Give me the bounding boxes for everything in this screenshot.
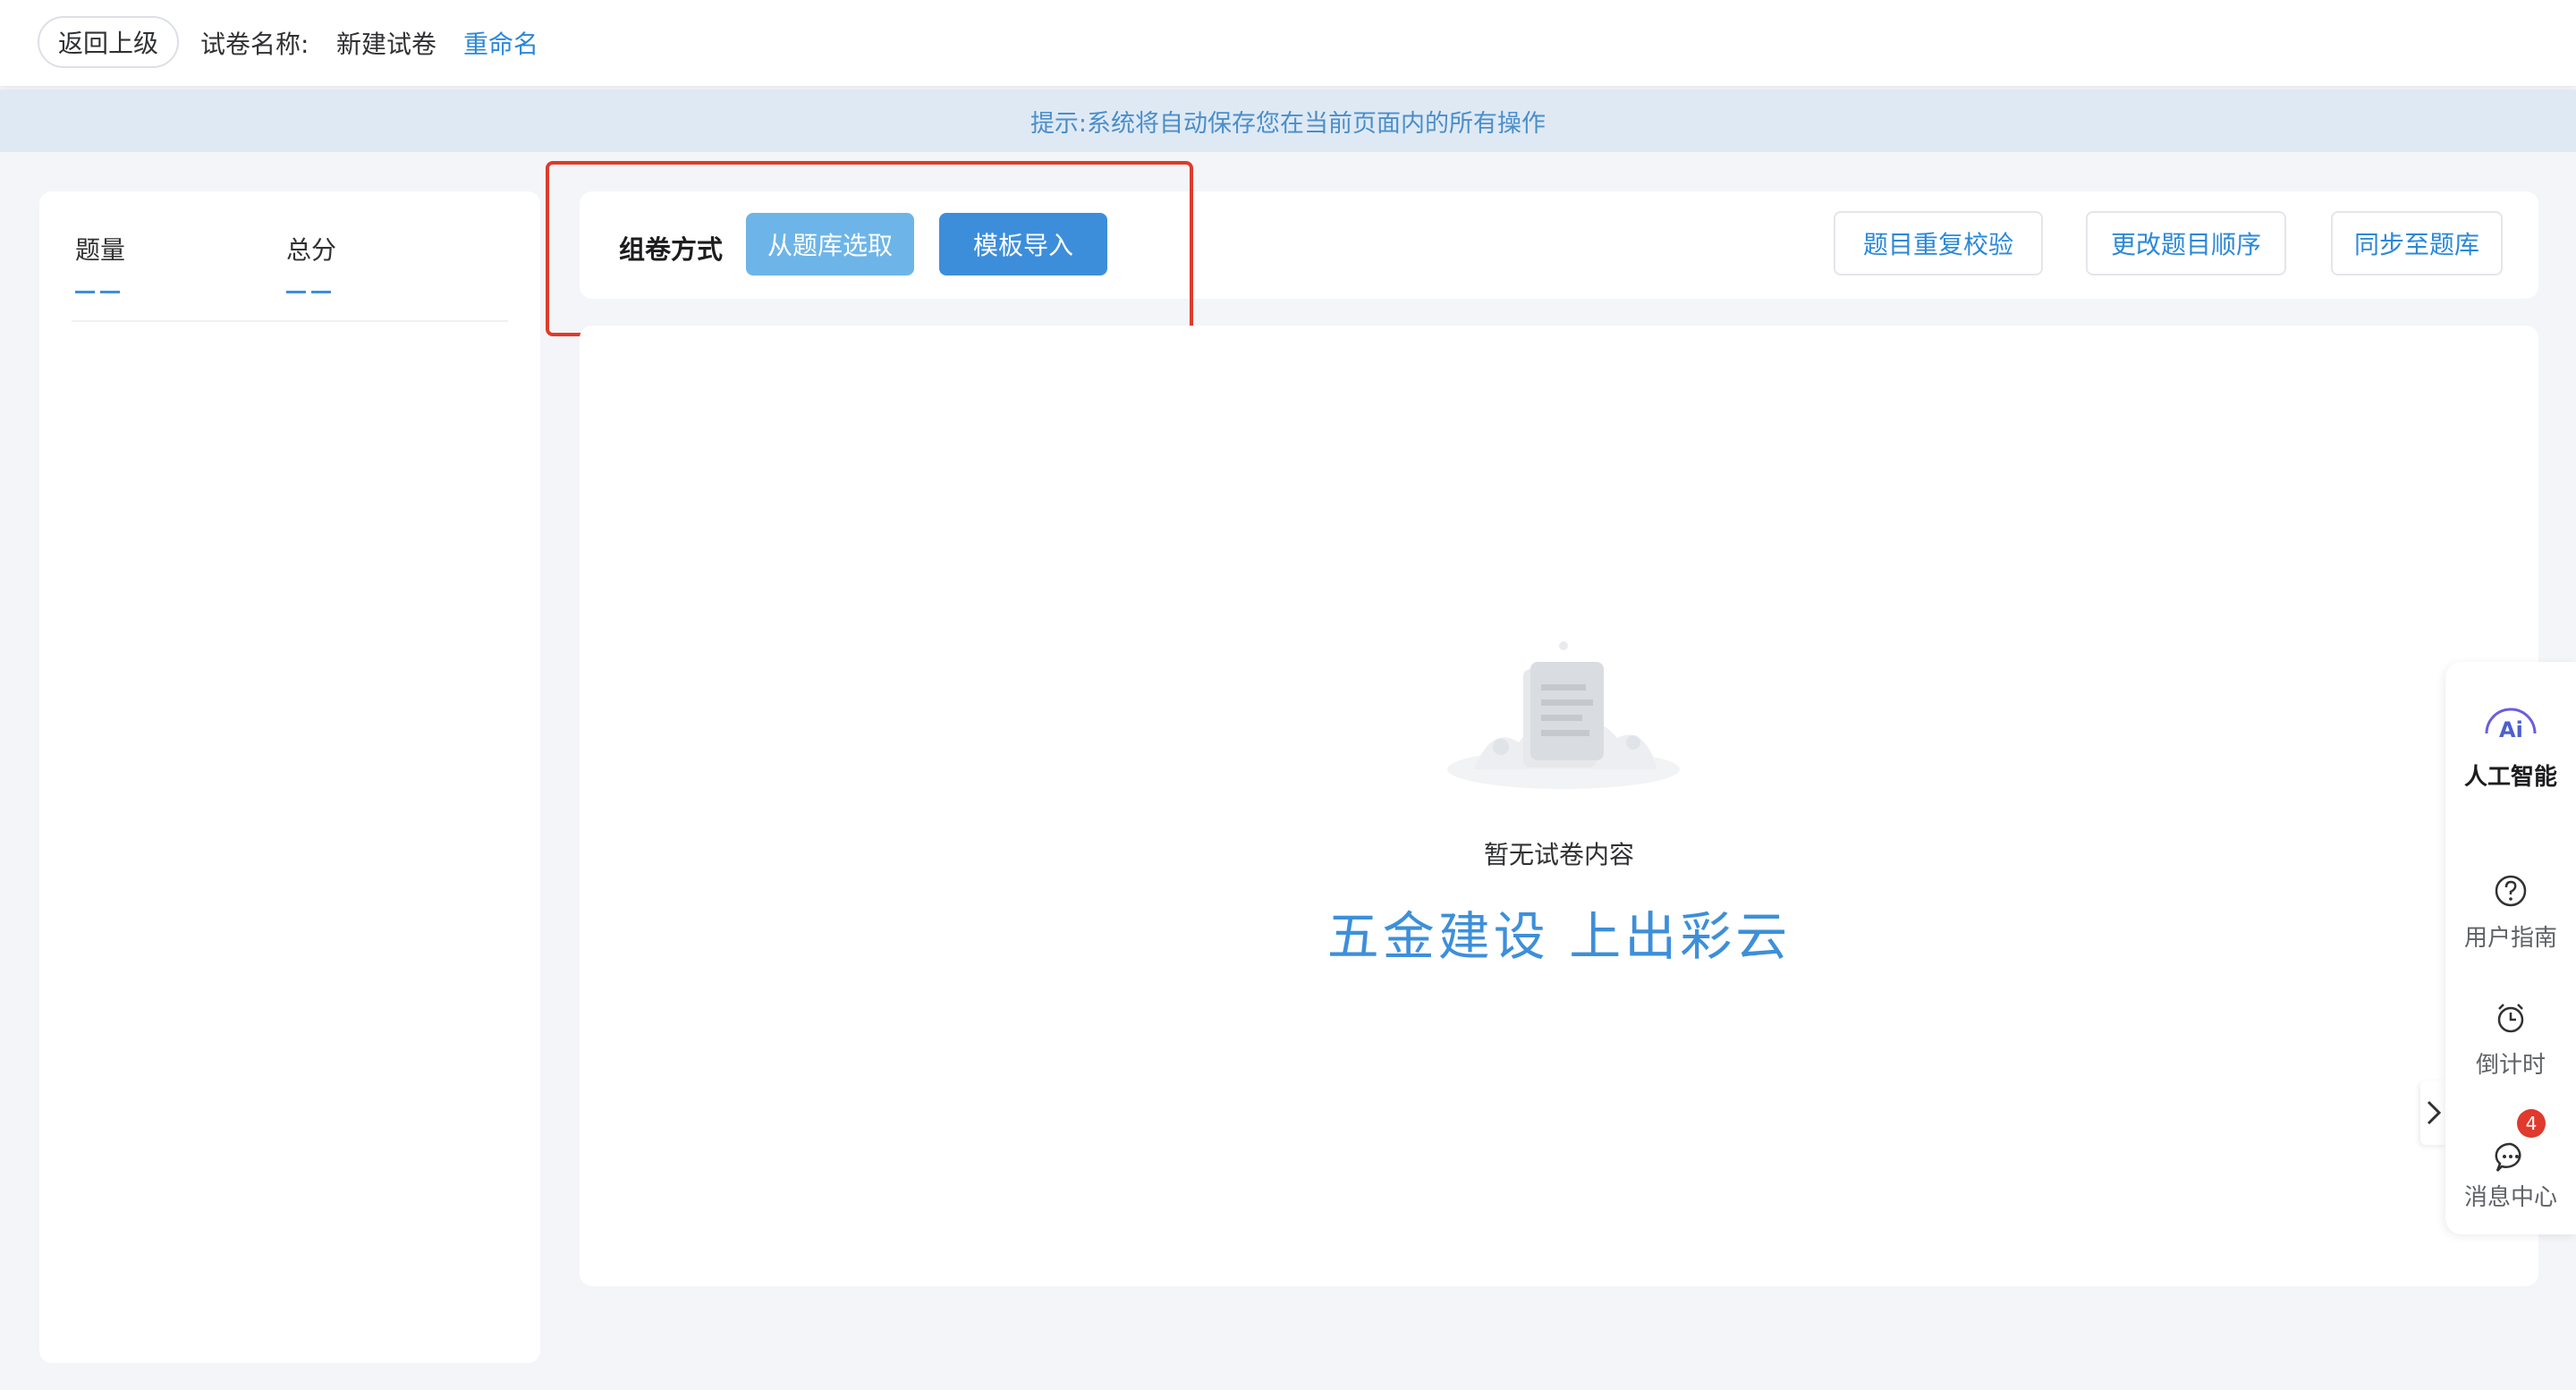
- chat-bubble-icon: [2495, 1142, 2521, 1172]
- ai-icon: Ai: [2485, 708, 2537, 742]
- stats-panel: 题量 总分: [39, 191, 540, 1363]
- back-button[interactable]: 返回上级: [38, 16, 179, 68]
- ai-label: 人工智能: [2463, 764, 2557, 791]
- compose-mode-label: 组卷方式: [619, 234, 724, 265]
- total-score-value: [286, 291, 306, 293]
- total-score-value-dash: [311, 291, 331, 293]
- side-rail: Ai 人工智能 用户指南 倒计时 4 消息中心: [2445, 662, 2576, 1234]
- select-from-bank-button[interactable]: 从题库选取: [746, 213, 914, 275]
- paper-name-label: 试卷名称:: [200, 30, 309, 59]
- duplicate-check-button[interactable]: 题目重复校验: [1834, 211, 2043, 275]
- empty-state-text: 暂无试卷内容: [1483, 840, 1634, 869]
- question-count-value-dash: [100, 291, 120, 293]
- countdown-label: 倒计时: [2475, 1052, 2546, 1079]
- message-count-badge: 4: [2517, 1109, 2546, 1138]
- rename-link[interactable]: 重命名: [463, 25, 538, 61]
- empty-document-icon: [1447, 641, 1680, 789]
- total-score-label: 总分: [286, 235, 337, 265]
- compose-toolbar: 组卷方式 从题库选取 模板导入 题目重复校验 更改题目顺序 同步至题库: [580, 191, 2538, 299]
- svg-text:Ai: Ai: [2499, 717, 2523, 742]
- sync-to-bank-button[interactable]: 同步至题库: [2331, 211, 2503, 275]
- paper-content-area: 暂无试卷内容 五金建设 上出彩云: [580, 326, 2538, 1286]
- autosave-notice: 提示:系统将自动保存您在当前页面内的所有操作: [0, 89, 2576, 152]
- slogan-text: 五金建设 上出彩云: [1326, 906, 1792, 967]
- question-circle-icon: [2495, 875, 2527, 907]
- user-guide-item[interactable]: 用户指南: [2445, 873, 2576, 953]
- chevron-right-icon: [2427, 1100, 2442, 1125]
- question-count-label: 题量: [75, 235, 126, 265]
- paper-name: 新建试卷: [336, 30, 437, 59]
- question-count-value: [75, 291, 95, 293]
- user-guide-label: 用户指南: [2463, 925, 2557, 952]
- divider: [72, 320, 508, 322]
- reorder-questions-button[interactable]: 更改题目顺序: [2086, 211, 2286, 275]
- message-center-label: 消息中心: [2463, 1184, 2557, 1211]
- alarm-clock-icon: [2497, 1004, 2524, 1033]
- top-bar: 返回上级 试卷名称: 新建试卷 重命名: [0, 0, 2576, 86]
- message-center-item[interactable]: 4 消息中心: [2445, 1109, 2576, 1212]
- template-import-button[interactable]: 模板导入: [939, 213, 1107, 275]
- ai-assistant-item[interactable]: Ai 人工智能: [2445, 698, 2576, 792]
- countdown-item[interactable]: 倒计时: [2445, 1000, 2576, 1080]
- collapse-rail-button[interactable]: [2420, 1081, 2447, 1145]
